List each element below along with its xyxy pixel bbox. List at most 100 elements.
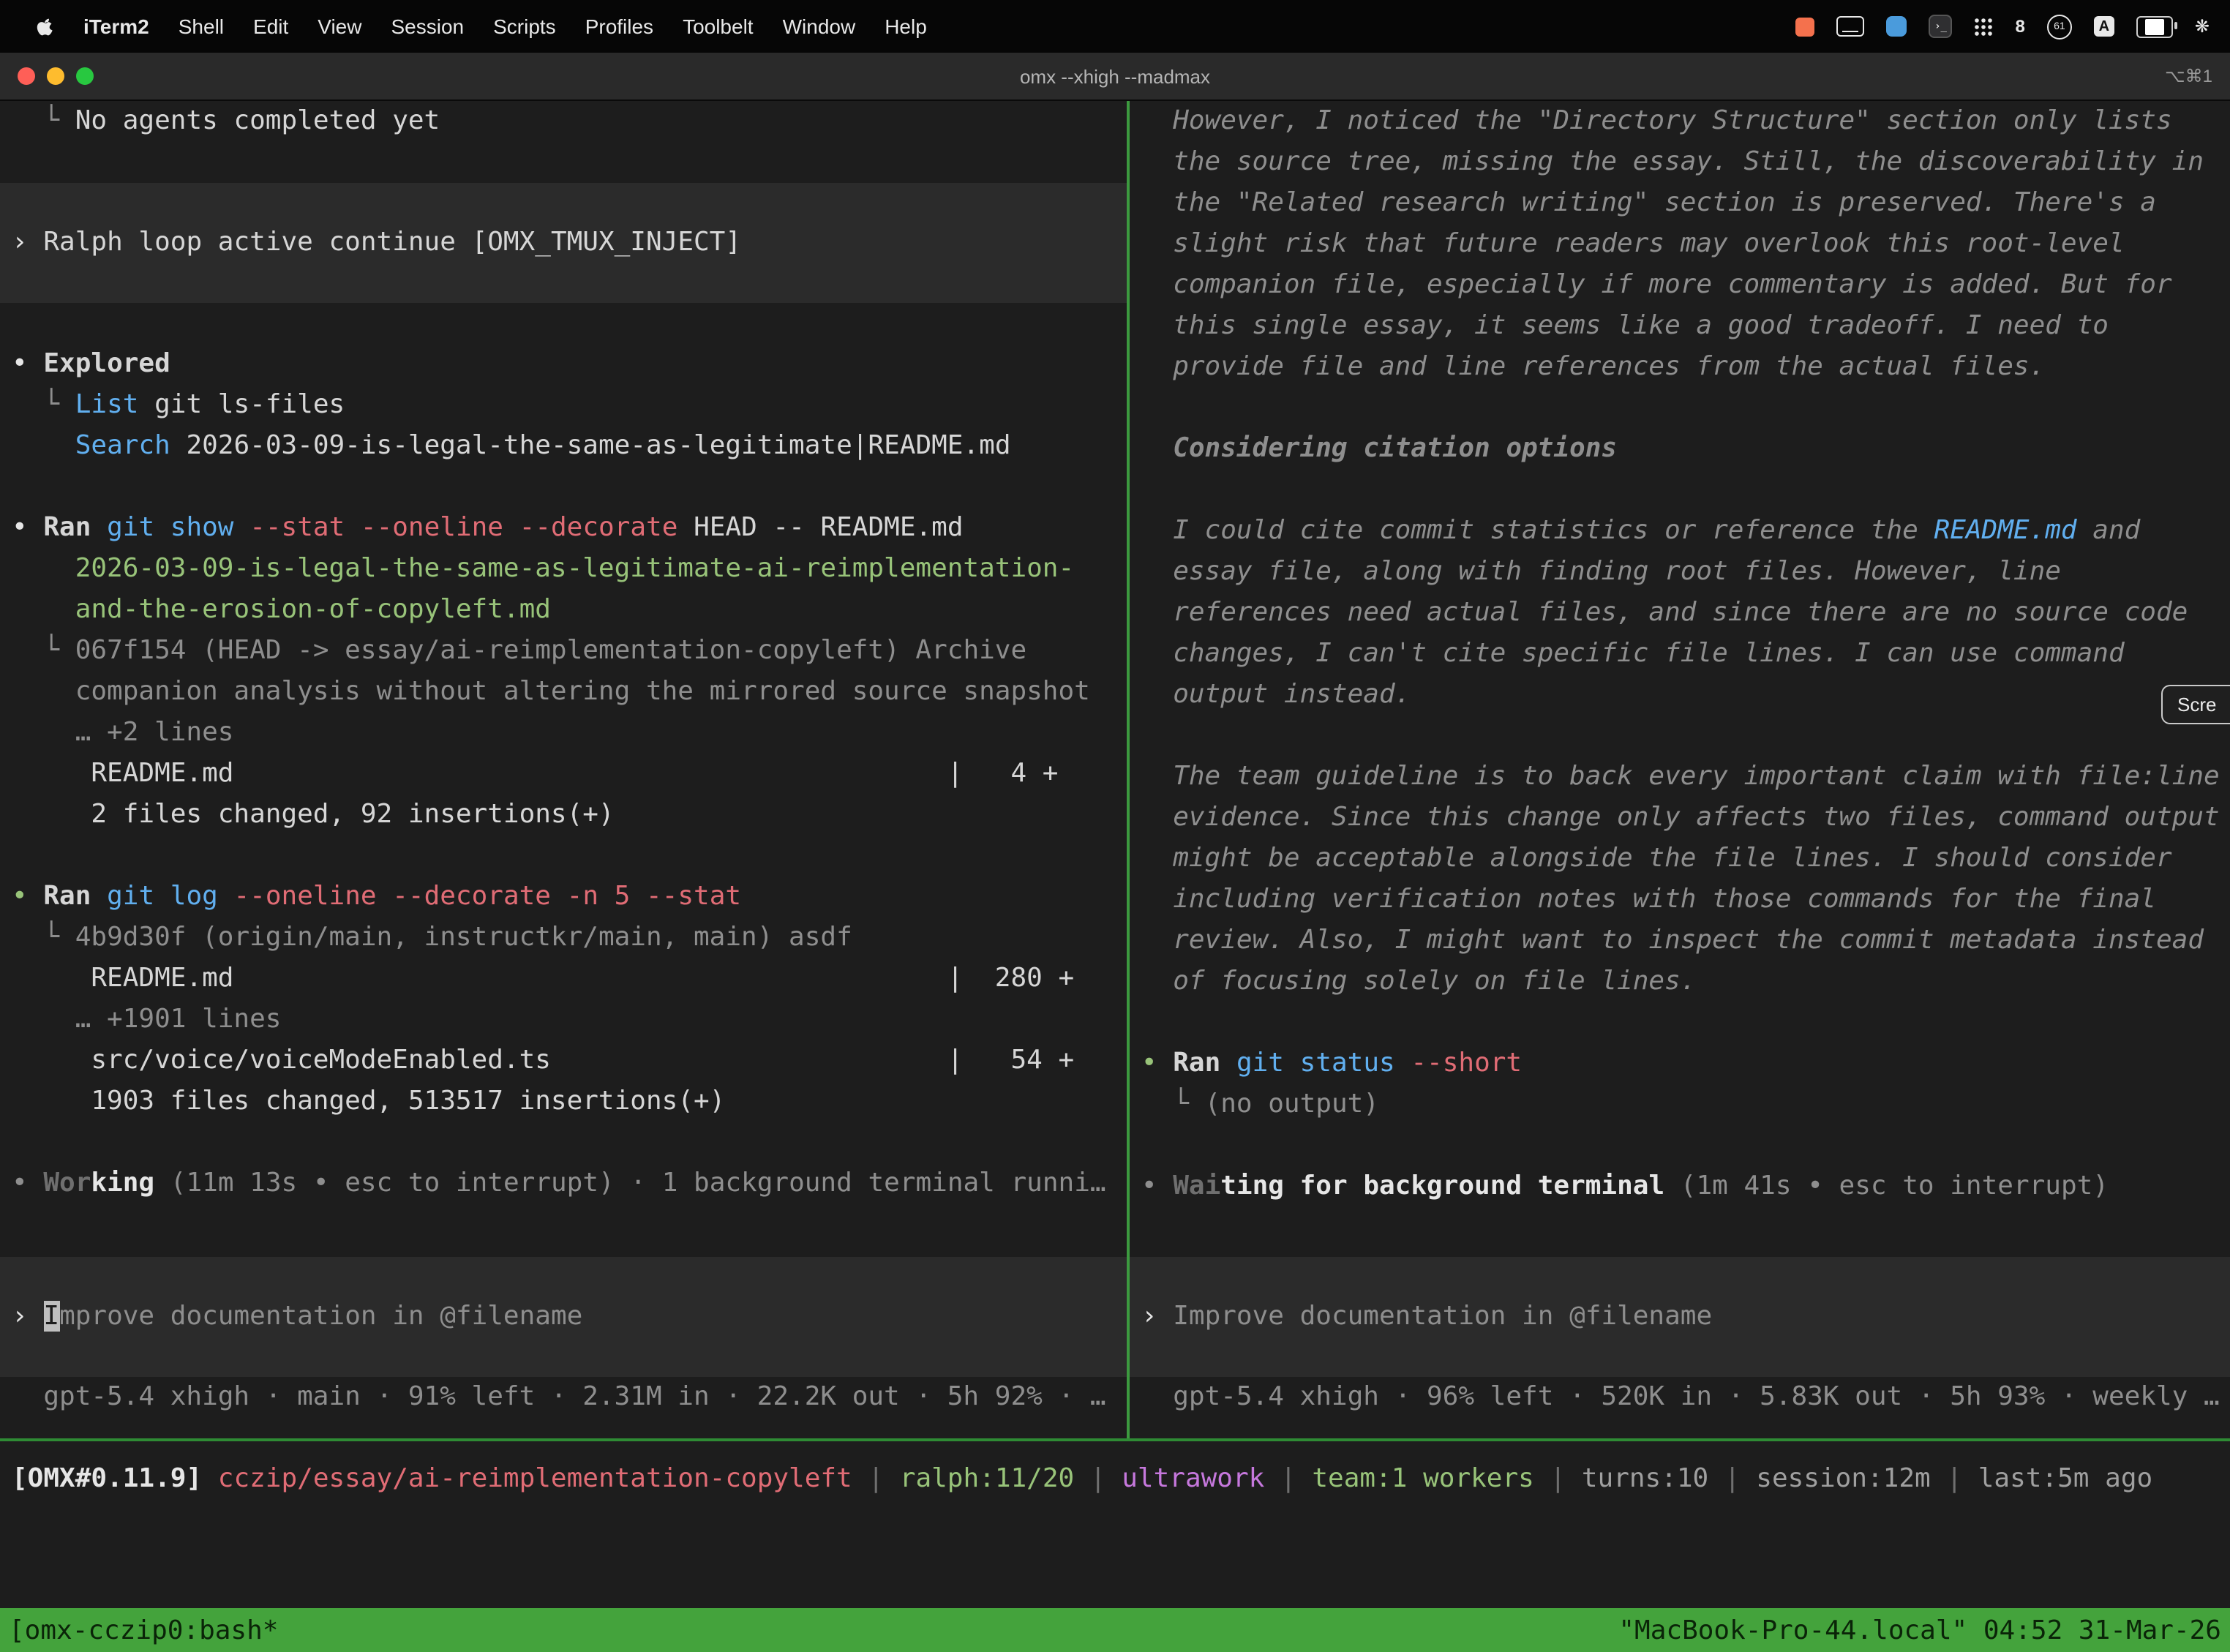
- tree-branch: └: [12, 922, 75, 953]
- prompt-line: › Improve documentation in @filename: [1141, 1296, 2230, 1337]
- tree-branch: └: [12, 635, 75, 666]
- window-title-bar[interactable]: omx --xhigh --madmax ⌥⌘1: [0, 53, 2230, 101]
- diffstat-line: src/voice/voiceModeEnabled.ts | 54 +: [12, 1040, 1127, 1081]
- screen-recording-icon[interactable]: [1796, 17, 1815, 36]
- reasoning-heading-text: Considering citation options: [1173, 433, 1617, 464]
- omx-team: team:1 workers: [1312, 1463, 1533, 1494]
- waiting-status-line: • Waiting for background terminal (1m 41…: [1141, 1166, 2230, 1207]
- waiting-label-dim: Wai: [1173, 1171, 1220, 1201]
- omx-turns: turns:10: [1582, 1463, 1708, 1494]
- blank-line: [1141, 1002, 2230, 1043]
- bullet-icon: •: [1141, 1048, 1173, 1078]
- menu-bar: iTerm2 Shell Edit View Session Scripts P…: [0, 0, 2230, 53]
- tree-branch: └: [1141, 1089, 1205, 1119]
- blank-line: [12, 467, 1127, 508]
- explored-header: • Explored: [12, 344, 1127, 385]
- menu-item-profiles[interactable]: Profiles: [571, 15, 668, 38]
- menu-item-shell[interactable]: Shell: [164, 15, 239, 38]
- model-status-left: gpt-5.4 xhigh · main · 91% left · 2.31M …: [12, 1377, 1127, 1418]
- terminal: └ No agents completed yet › Ralph loop a…: [0, 101, 2230, 1438]
- readme-link: README.md: [1934, 515, 2077, 546]
- blank-line: [1141, 470, 2230, 511]
- tree-branch: └: [12, 105, 75, 136]
- menu-item-edit[interactable]: Edit: [239, 15, 303, 38]
- ran-log-header: • Ran git log --oneline --decorate -n 5 …: [12, 876, 1127, 917]
- ran-label: Ran: [43, 881, 107, 912]
- omx-last: last:5m ago: [1978, 1463, 2152, 1494]
- minimize-button[interactable]: [47, 67, 64, 85]
- bullet-icon: •: [12, 512, 43, 543]
- separator: |: [1534, 1463, 1582, 1494]
- window-shortcut-hint: ⌥⌘1: [2165, 66, 2230, 86]
- omx-version: [OMX#0.11.9]: [12, 1463, 218, 1494]
- menu-item-scripts[interactable]: Scripts: [478, 15, 571, 38]
- diffstat-line: README.md | 4 +: [12, 754, 1127, 795]
- separator: |: [1264, 1463, 1312, 1494]
- model-status-right: gpt-5.4 xhigh · 96% left · 520K in · 5.8…: [1141, 1377, 2230, 1418]
- keyboard-icon[interactable]: [1837, 16, 1865, 37]
- menu-item-view[interactable]: View: [303, 15, 376, 38]
- command-flags: --stat --oneline --decorate: [249, 512, 694, 543]
- zoom-button[interactable]: [76, 67, 94, 85]
- working-status-line: • Working (11m 13s • esc to interrupt) ·…: [12, 1163, 1127, 1204]
- explored-title: Explored: [43, 348, 170, 379]
- tool-args: git ls-files: [138, 389, 345, 420]
- tool-name: List: [75, 389, 139, 420]
- command: git show: [107, 512, 249, 543]
- menu-item-toolbelt[interactable]: Toolbelt: [668, 15, 768, 38]
- separator: |: [852, 1463, 900, 1494]
- shortcuts-icon[interactable]: 8: [2016, 16, 2025, 37]
- more-lines-note: … +1901 lines: [12, 999, 1127, 1040]
- prompt-input-right[interactable]: › Improve documentation in @filename: [1130, 1257, 2230, 1377]
- ran-show-header: • Ran git show --stat --oneline --decora…: [12, 508, 1127, 549]
- ran-label: Ran: [1173, 1048, 1236, 1078]
- menu-item-session[interactable]: Session: [376, 15, 478, 38]
- explored-search-line: Search 2026-03-09-is-legal-the-same-as-l…: [12, 426, 1127, 467]
- prompt-input-left[interactable]: › Improve documentation in @filename: [0, 1257, 1127, 1377]
- menu-item-window[interactable]: Window: [768, 15, 871, 38]
- traffic-lights: [0, 67, 94, 85]
- blue-app-icon[interactable]: [1887, 16, 1907, 37]
- command: git status: [1236, 1048, 1411, 1078]
- blank-line: [1141, 1125, 2230, 1166]
- close-button[interactable]: [18, 67, 35, 85]
- bullet-icon: •: [12, 881, 43, 912]
- diffstat-line: README.md | 280 +: [12, 958, 1127, 999]
- agents-note-text: No agents completed yet: [75, 105, 440, 136]
- paragraph-text: I could cite commit statistics or refere…: [1173, 515, 1934, 546]
- apple-menu[interactable]: [20, 15, 69, 37]
- indent: [12, 430, 75, 461]
- banner-line: › Ralph loop active continue [OMX_TMUX_I…: [12, 222, 1127, 263]
- prompt-chevron-icon: ›: [12, 1301, 43, 1332]
- blank-line: [1141, 716, 2230, 756]
- tmux-host-clock: "MacBook-Pro-44.local" 04:52 31-Mar-26: [1618, 1615, 2221, 1645]
- commit-line: └ 4b9d30f (origin/main, instructkr/main,…: [12, 917, 1127, 958]
- battery-fill: [2145, 18, 2163, 34]
- battery-icon[interactable]: [2136, 15, 2173, 37]
- menu-item-iterm2[interactable]: iTerm2: [69, 15, 164, 38]
- pane-spacer: [1141, 1207, 2230, 1257]
- fan-icon[interactable]: ❋: [2195, 16, 2210, 37]
- screen: iTerm2 Shell Edit View Session Scripts P…: [0, 0, 2230, 1633]
- reasoning-paragraph: The team guideline is to back every impo…: [1173, 756, 2219, 1002]
- ran-status-header: • Ran git status --short: [1141, 1043, 2230, 1084]
- menu-item-help[interactable]: Help: [870, 15, 942, 38]
- prompt-text: Improve documentation in @filename: [1173, 1301, 1712, 1332]
- bullet-icon: •: [12, 348, 43, 379]
- screenshot-notification[interactable]: Scre: [2161, 685, 2230, 724]
- prompt-line: › Improve documentation in @filename: [12, 1296, 1127, 1337]
- tmux-status-bar: [omx-cczip0:bash* "MacBook-Pro-44.local"…: [0, 1608, 2230, 1652]
- terminal-app-icon[interactable]: ›_: [1929, 15, 1953, 38]
- window-title: omx --xhigh --madmax: [0, 65, 2230, 87]
- tool-name: Search: [75, 430, 170, 461]
- commit-text: 067f154 (HEAD -> essay/ai-reimplementati…: [75, 635, 1026, 666]
- battery-gauge-icon[interactable]: 61: [2047, 14, 2072, 39]
- right-pane[interactable]: However, I noticed the "Directory Struct…: [1130, 101, 2230, 1438]
- separator: |: [1708, 1463, 1756, 1494]
- bullet-icon: •: [12, 1168, 43, 1198]
- app-grid-icon[interactable]: [1975, 17, 1994, 36]
- input-source-icon[interactable]: A: [2094, 16, 2114, 37]
- command-output-line: └ (no output): [1141, 1084, 2230, 1125]
- tree-branch: └: [12, 389, 75, 420]
- left-pane[interactable]: └ No agents completed yet › Ralph loop a…: [0, 101, 1127, 1438]
